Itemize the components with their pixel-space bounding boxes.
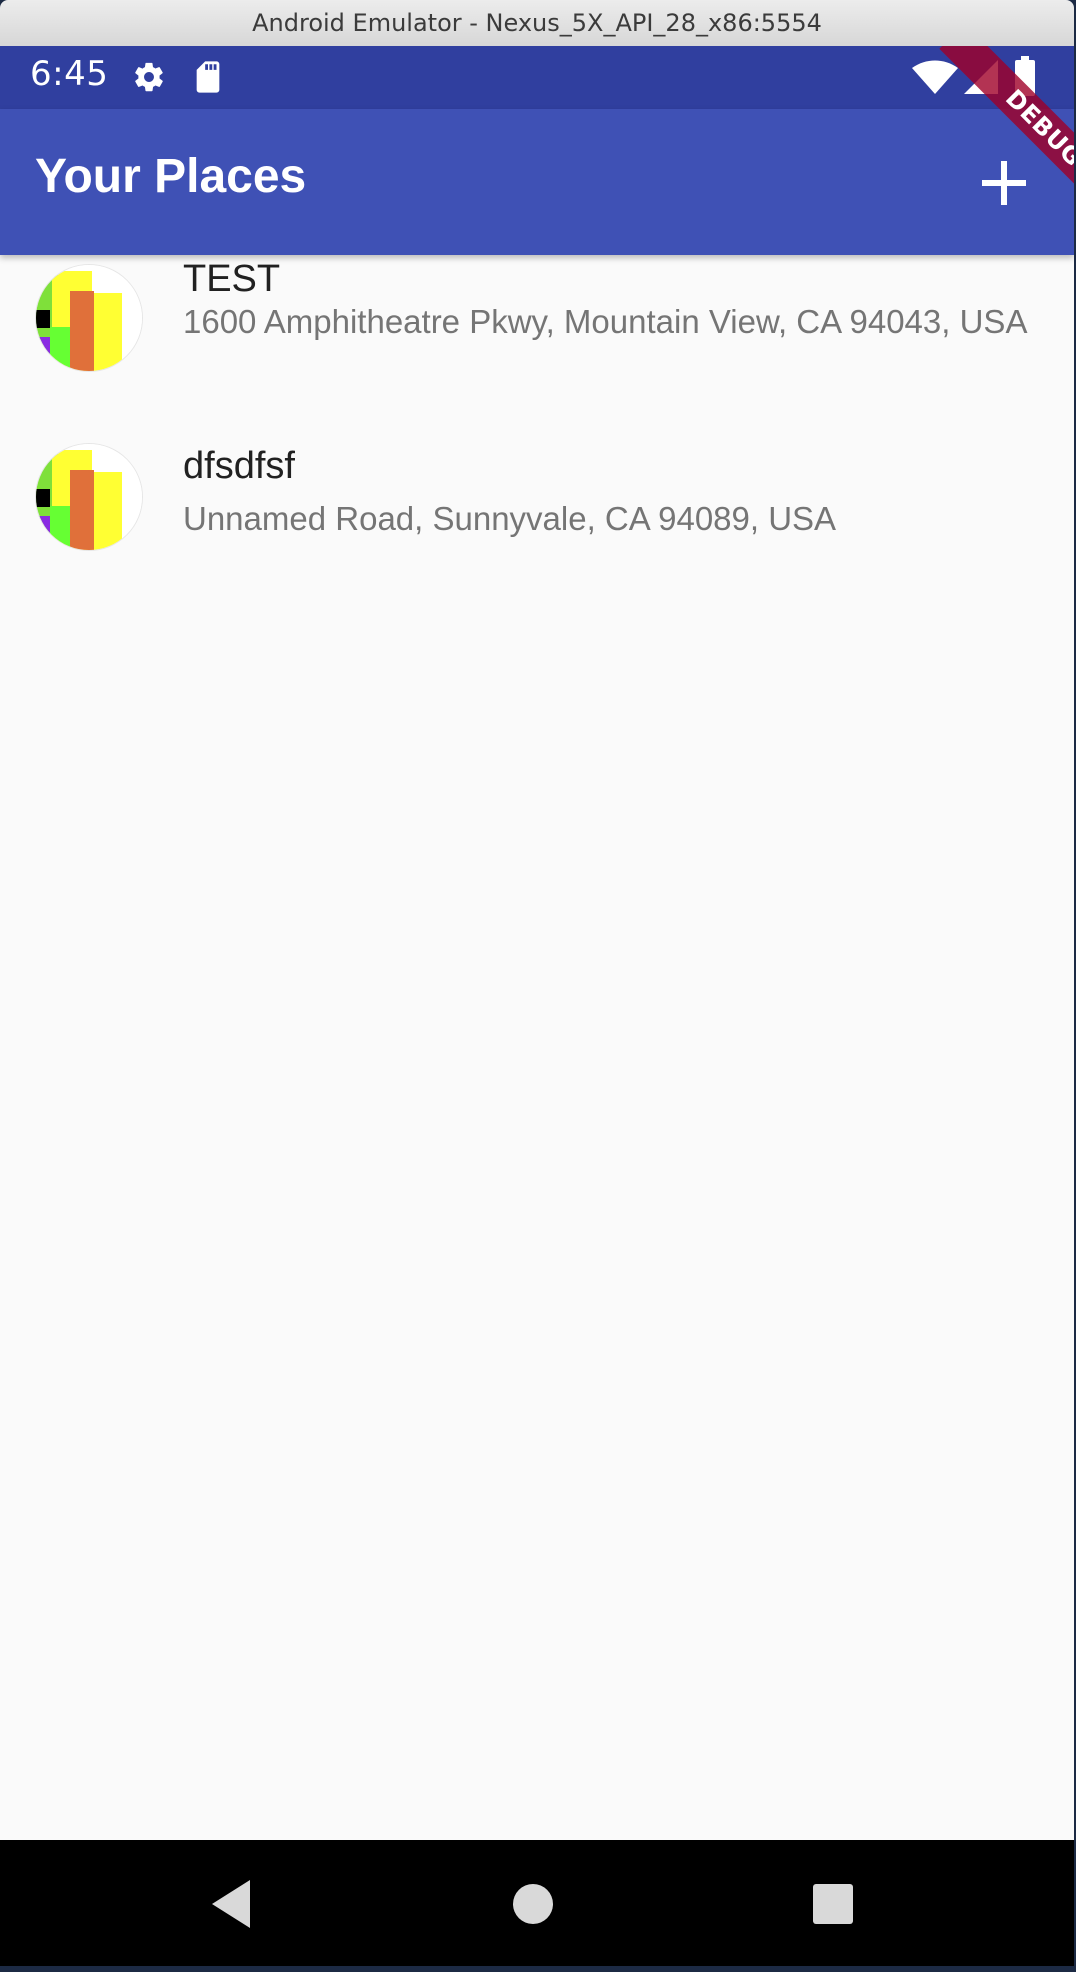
add-icon: [982, 161, 1026, 205]
list-item[interactable]: TEST 1600 Amphitheatre Pkwy, Mountain Vi…: [0, 255, 1074, 443]
status-bar: 6:45: [0, 46, 1074, 109]
page-title: Your Places: [35, 150, 307, 203]
place-address: Unnamed Road, Sunnyvale, CA 94089, USA: [183, 500, 837, 537]
list-item-text: TEST 1600 Amphitheatre Pkwy, Mountain Vi…: [183, 258, 1034, 343]
places-list: TEST 1600 Amphitheatre Pkwy, Mountain Vi…: [0, 255, 1074, 613]
back-icon: [212, 1880, 250, 1928]
list-item[interactable]: dfsdfsf Unnamed Road, Sunnyvale, CA 9408…: [0, 443, 1074, 613]
navigation-bar: [0, 1840, 1074, 1966]
home-icon: [513, 1884, 553, 1924]
sd-card-icon: [196, 61, 220, 93]
gear-icon: [135, 62, 163, 92]
place-title: TEST: [183, 258, 281, 300]
status-time: 6:45: [30, 54, 109, 94]
emulator-frame: Android Emulator - Nexus_5X_API_28_x86:5…: [0, 0, 1076, 1972]
place-image-icon: [36, 265, 142, 371]
signal-icon: [964, 60, 998, 94]
wifi-icon: [912, 60, 958, 94]
back-button[interactable]: [204, 1876, 260, 1932]
add-place-button[interactable]: [974, 153, 1034, 213]
window-title: Android Emulator - Nexus_5X_API_28_x86:5…: [252, 9, 822, 37]
home-button[interactable]: [505, 1876, 561, 1932]
recents-button[interactable]: [805, 1876, 861, 1932]
recents-icon: [813, 1884, 853, 1924]
place-address: 1600 Amphitheatre Pkwy, Mountain View, C…: [183, 303, 1028, 340]
battery-icon: [1015, 56, 1035, 96]
place-thumbnail: [35, 443, 143, 551]
device-screen: 6:45 Your Places DEBUG TEST 1600 Amphith…: [0, 46, 1074, 1966]
window-titlebar: Android Emulator - Nexus_5X_API_28_x86:5…: [0, 0, 1074, 47]
app-bar: Your Places: [0, 109, 1074, 255]
list-item-text: dfsdfsf Unnamed Road, Sunnyvale, CA 9408…: [183, 445, 1034, 540]
place-title: dfsdfsf: [183, 445, 295, 487]
place-thumbnail: [35, 264, 143, 372]
place-image-icon: [36, 444, 142, 550]
